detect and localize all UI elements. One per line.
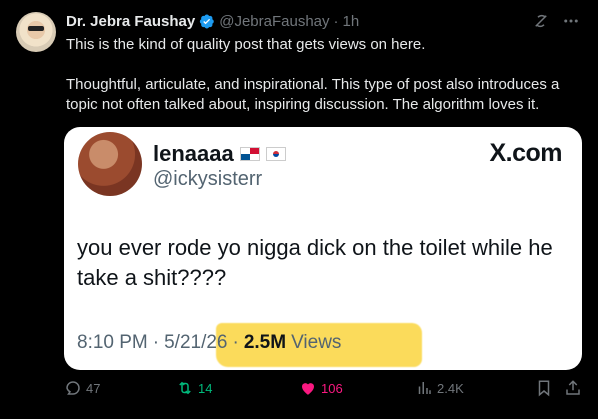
- card-text: you ever rode yo nigga dick on the toile…: [77, 235, 553, 290]
- post-header: Dr. Jebra Faushay @JebraFaushay · 1h: [66, 13, 359, 30]
- header-separator: ·: [333, 13, 339, 30]
- card-time: 8:10 PM: [77, 332, 148, 353]
- post-text: This is the kind of quality post that ge…: [66, 35, 586, 115]
- post-paragraph: This is the kind of quality post that ge…: [66, 36, 426, 53]
- card-views-label: Views: [291, 332, 342, 353]
- grok-icon[interactable]: [532, 12, 550, 30]
- author-avatar[interactable]: [16, 12, 56, 52]
- bookmark-icon: [538, 380, 550, 397]
- share-icon: [566, 380, 580, 395]
- card-author-name: lenaaaa: [153, 141, 286, 167]
- quoted-post-card[interactable]: lenaaaa @ickysisterr X.com you ever rode…: [64, 127, 582, 370]
- repost-icon: [179, 381, 191, 395]
- card-separator: ·: [152, 332, 160, 353]
- author-display-name[interactable]: Dr. Jebra Faushay: [66, 13, 195, 30]
- verified-badge-icon: [198, 13, 215, 30]
- reply-icon: [66, 381, 80, 395]
- card-date: 5/21/26: [164, 332, 228, 353]
- reply-button[interactable]: 47: [64, 379, 100, 397]
- views-button[interactable]: 2.4K: [415, 379, 464, 397]
- reply-count: 47: [86, 380, 101, 396]
- like-count: 106: [321, 380, 343, 396]
- bookmark-button[interactable]: [535, 379, 553, 397]
- repost-button[interactable]: 14: [176, 379, 212, 397]
- heart-icon: [302, 383, 314, 395]
- card-name-text: lenaaaa: [153, 141, 234, 166]
- card-separator: ·: [232, 332, 239, 353]
- author-handle[interactable]: @JebraFaushay: [219, 13, 329, 30]
- card-logo: X.com: [489, 139, 562, 167]
- post-paragraph: Thoughtful, articulate, and inspirationa…: [66, 76, 560, 113]
- card-author-handle: @ickysisterr: [153, 168, 263, 190]
- card-meta: 8:10 PM · 5/21/26 · 2.5M Views: [77, 332, 341, 354]
- south-korea-flag-icon: [265, 147, 286, 161]
- views-count: 2.4K: [437, 380, 464, 396]
- card-views-count: 2.5M: [243, 332, 287, 353]
- like-button[interactable]: 106: [299, 379, 343, 397]
- repost-count: 14: [198, 380, 213, 396]
- card-avatar: [78, 132, 142, 196]
- analytics-icon: [418, 382, 431, 394]
- header-actions: [532, 12, 580, 30]
- panama-flag-icon: [239, 147, 260, 161]
- share-button[interactable]: [564, 379, 582, 397]
- post-time[interactable]: 1h: [343, 13, 360, 30]
- more-icon[interactable]: [562, 12, 580, 30]
- post: Dr. Jebra Faushay @JebraFaushay · 1h Thi…: [0, 0, 598, 419]
